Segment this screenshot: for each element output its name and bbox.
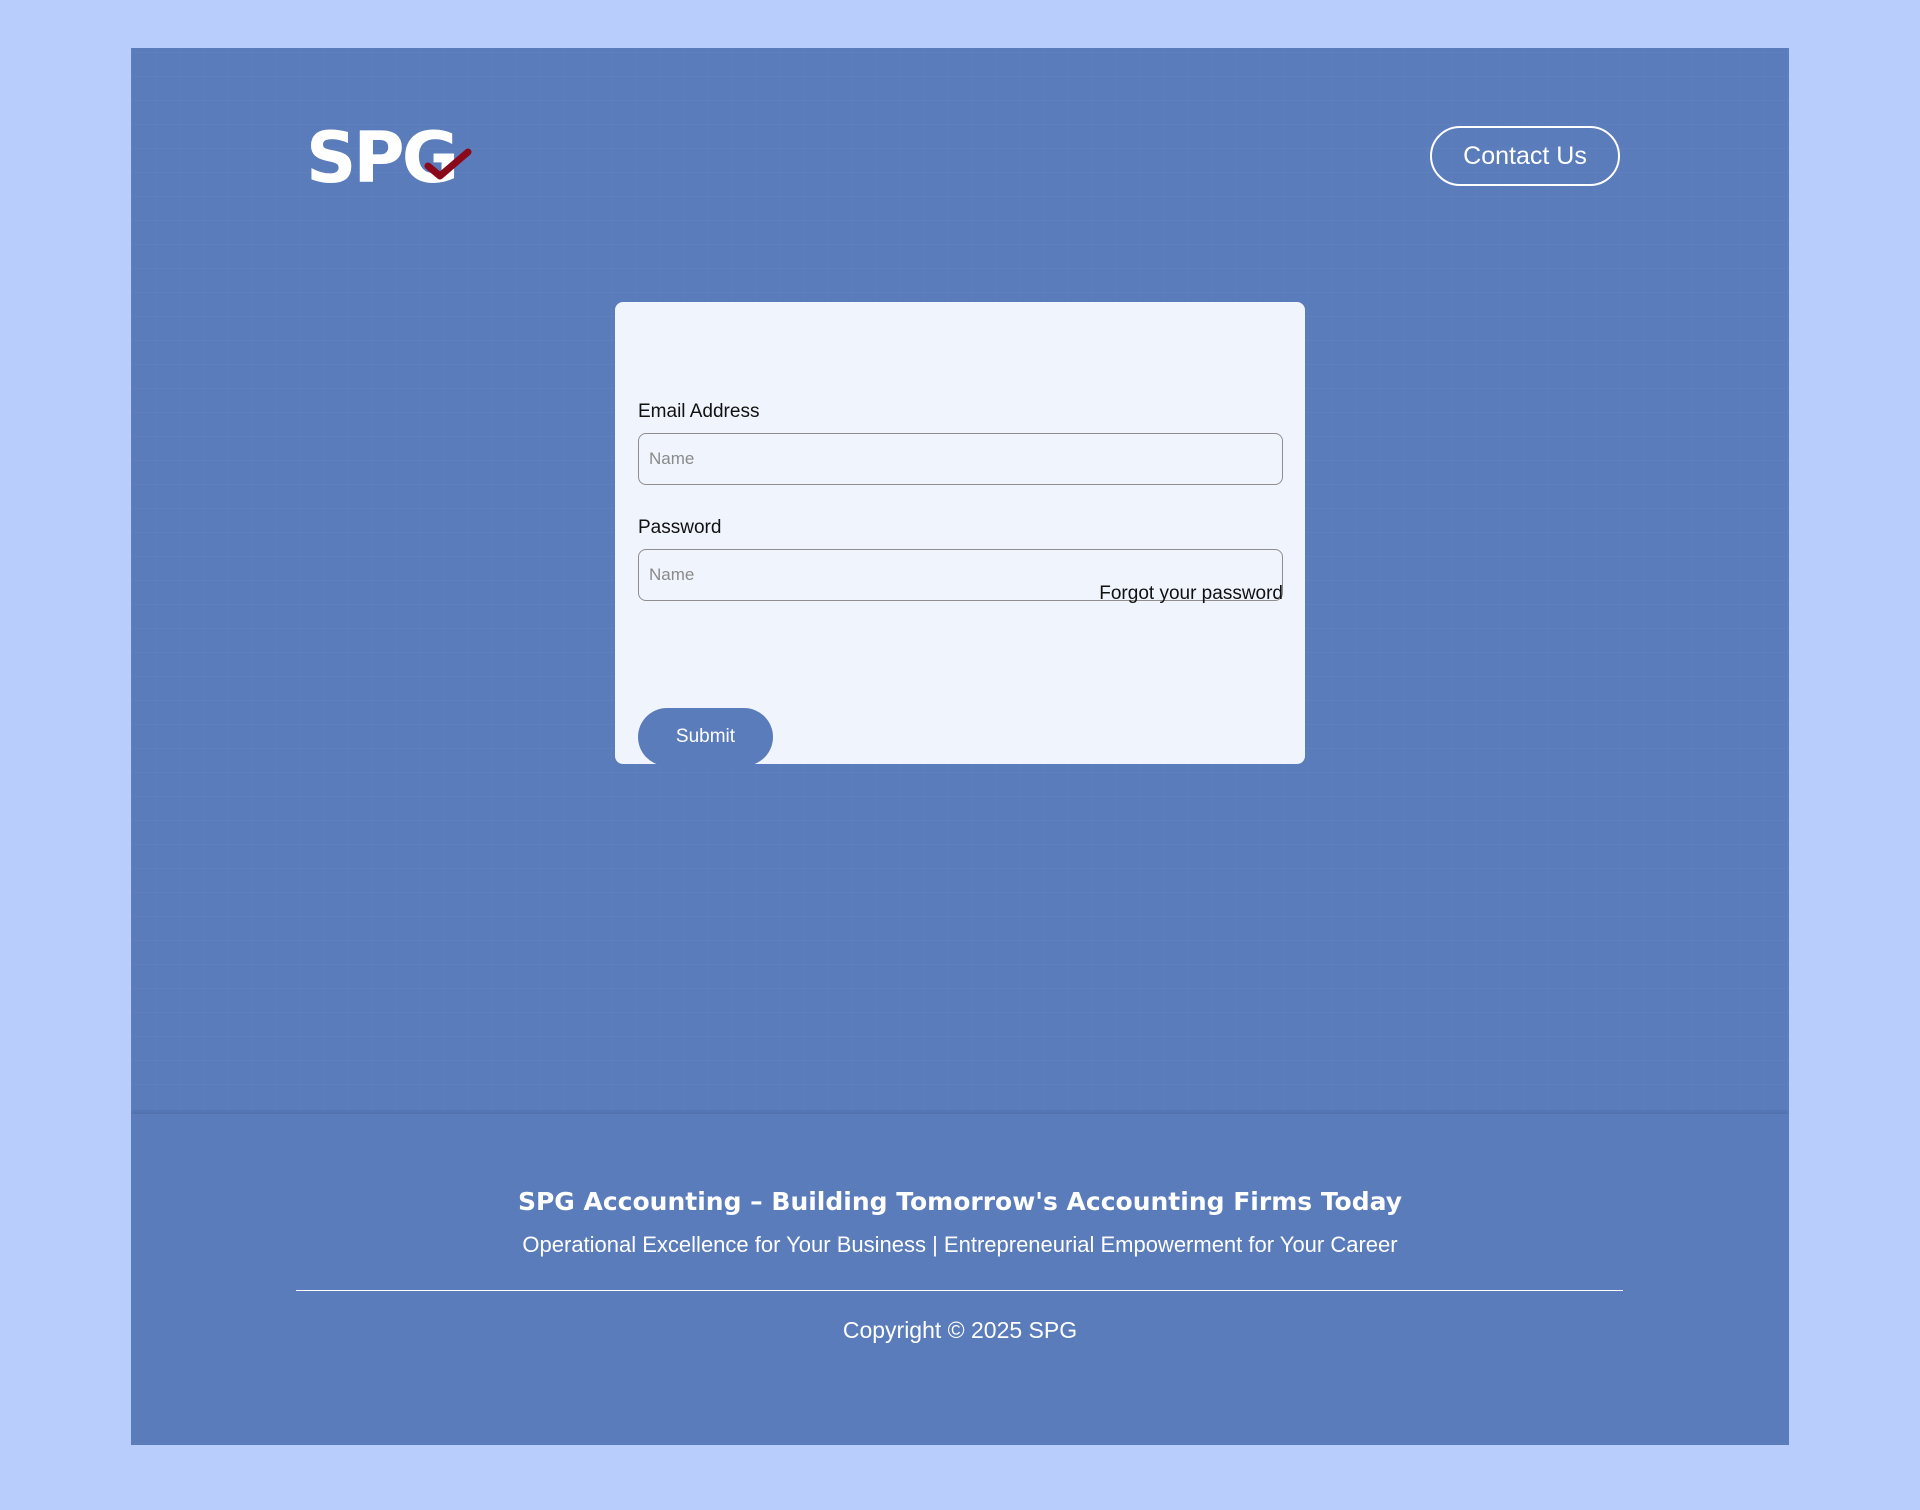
footer-copyright: Copyright © 2025 SPG <box>842 1317 1078 1343</box>
footer-subline: Operational Excellence for Your Business… <box>522 1232 1398 1257</box>
password-label: Password <box>638 517 722 538</box>
login-form: Email Address Password Forgot your passw… <box>615 302 1305 766</box>
email-field[interactable] <box>638 433 1283 485</box>
forgot-password-link[interactable]: Forgot your password <box>1099 583 1283 605</box>
submit-button[interactable]: Submit <box>638 708 773 766</box>
contact-us-button[interactable]: Contact Us <box>1430 126 1620 186</box>
footer-divider <box>296 1290 1623 1291</box>
email-label: Email Address <box>638 401 760 422</box>
footer-tagline: SPG Accounting – Building Tomorrow's Acc… <box>517 1187 1403 1216</box>
checkmark-icon <box>424 148 472 180</box>
page-frame: SPG Contact Us Email Address Password Fo… <box>131 48 1789 1445</box>
footer: SPG Accounting – Building Tomorrow's Acc… <box>131 1114 1789 1445</box>
spg-logo[interactable]: SPG <box>306 118 476 198</box>
